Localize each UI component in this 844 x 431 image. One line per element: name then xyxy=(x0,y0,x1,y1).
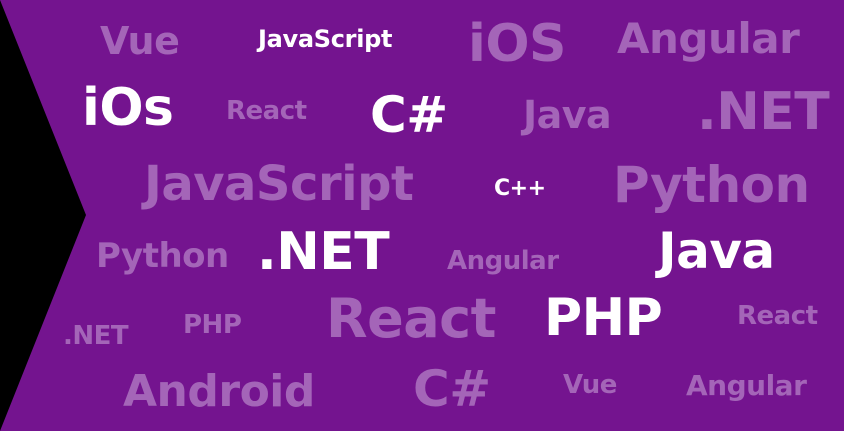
word-angular: Angular xyxy=(617,14,800,63)
word-cpp: C++ xyxy=(494,176,546,201)
word-python: Python xyxy=(613,156,810,214)
word-python-small: Python xyxy=(96,236,229,276)
word-ios-highlight: iOs xyxy=(82,78,174,138)
word-dotnet-small: .NET xyxy=(63,321,129,351)
word-java-highlight: Java xyxy=(658,222,775,280)
word-ios: iOS xyxy=(468,14,566,74)
word-php-highlight: PHP xyxy=(544,288,663,348)
word-vue: Vue xyxy=(100,19,180,63)
word-csharp: C# xyxy=(370,86,448,144)
word-dotnet: .NET xyxy=(697,82,830,142)
word-react: React xyxy=(226,96,307,126)
word-php: PHP xyxy=(183,310,242,340)
word-angular-small: Angular xyxy=(447,246,559,276)
word-javascript-large: JavaScript xyxy=(144,156,414,212)
word-react-right: React xyxy=(737,301,818,331)
word-csharp-faded: C# xyxy=(413,360,491,418)
word-dotnet-highlight: .NET xyxy=(257,222,390,282)
word-android: Android xyxy=(123,366,315,417)
word-react-large: React xyxy=(326,287,496,350)
tech-word-cloud-banner: Vue JavaScript iOS Angular iOs React C# … xyxy=(0,0,844,431)
word-javascript: JavaScript xyxy=(258,25,393,53)
word-vue-small: Vue xyxy=(563,370,617,400)
word-angular-bottom: Angular xyxy=(686,369,807,402)
word-java: Java xyxy=(523,93,612,137)
